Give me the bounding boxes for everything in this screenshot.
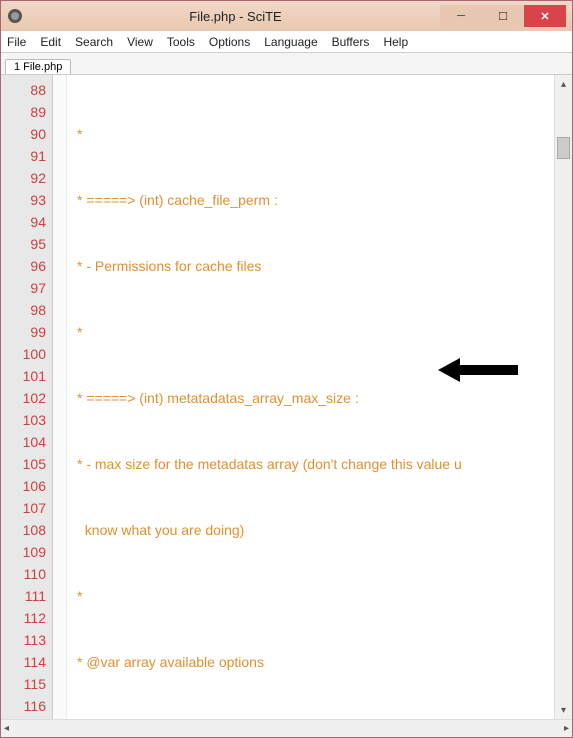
code-text: * =====> (int) metatadatas_array_max_siz… bbox=[77, 387, 359, 409]
tabbar: 1 File.php bbox=[1, 53, 572, 75]
code-text: * =====> (int) cache_file_perm : bbox=[77, 189, 278, 211]
scroll-up-icon[interactable]: ▴ bbox=[555, 75, 572, 93]
menu-help[interactable]: Help bbox=[383, 35, 408, 49]
minimize-button[interactable]: ─ bbox=[440, 5, 482, 27]
line-number: 116 bbox=[1, 695, 46, 717]
code-text: * - Permissions for cache files bbox=[77, 255, 261, 277]
line-number: 91 bbox=[1, 145, 46, 167]
code-editor[interactable]: 88 89 90 91 92 93 94 95 96 97 98 99 100 … bbox=[1, 75, 572, 719]
menu-edit[interactable]: Edit bbox=[40, 35, 61, 49]
code-text: */ bbox=[77, 717, 86, 719]
line-number: 90 bbox=[1, 123, 46, 145]
annotation-arrow-icon bbox=[407, 333, 518, 413]
line-number: 89 bbox=[1, 101, 46, 123]
tab-file[interactable]: 1 File.php bbox=[5, 59, 71, 74]
line-number: 105 bbox=[1, 453, 46, 475]
maximize-button[interactable]: ☐ bbox=[482, 5, 524, 27]
code-area[interactable]: * * =====> (int) cache_file_perm : * - P… bbox=[67, 75, 554, 719]
code-text: * bbox=[77, 321, 82, 343]
code-text: know what you are doing) bbox=[77, 519, 244, 541]
line-number: 88 bbox=[1, 79, 46, 101]
line-number: 112 bbox=[1, 607, 46, 629]
scroll-right-icon[interactable]: ▸ bbox=[564, 723, 569, 734]
titlebar[interactable]: File.php - SciTE ─ ☐ ✕ bbox=[1, 1, 572, 31]
menu-buffers[interactable]: Buffers bbox=[332, 35, 370, 49]
code-text: * bbox=[77, 123, 82, 145]
scroll-down-icon[interactable]: ▾ bbox=[555, 701, 572, 719]
line-number: 109 bbox=[1, 541, 46, 563]
line-number: 101 bbox=[1, 365, 46, 387]
line-number: 98 bbox=[1, 299, 46, 321]
line-number: 99 bbox=[1, 321, 46, 343]
code-text: * @var array available options bbox=[77, 651, 264, 673]
line-number: 114 bbox=[1, 651, 46, 673]
app-icon bbox=[7, 8, 23, 24]
line-number: 95 bbox=[1, 233, 46, 255]
fold-margin[interactable] bbox=[53, 75, 67, 719]
line-number: 103 bbox=[1, 409, 46, 431]
window-title: File.php - SciTE bbox=[31, 9, 440, 24]
menu-search[interactable]: Search bbox=[75, 35, 113, 49]
app-window: File.php - SciTE ─ ☐ ✕ File Edit Search … bbox=[0, 0, 573, 738]
line-number: 113 bbox=[1, 629, 46, 651]
line-number: 108 bbox=[1, 519, 46, 541]
menu-tools[interactable]: Tools bbox=[167, 35, 195, 49]
scroll-thumb[interactable] bbox=[557, 137, 570, 159]
menu-file[interactable]: File bbox=[7, 35, 26, 49]
code-text: * bbox=[77, 585, 82, 607]
line-number: 107 bbox=[1, 497, 46, 519]
window-buttons: ─ ☐ ✕ bbox=[440, 5, 566, 27]
line-number: 97 bbox=[1, 277, 46, 299]
menubar: File Edit Search View Tools Options Lang… bbox=[1, 31, 572, 53]
line-number: 106 bbox=[1, 475, 46, 497]
line-number: 100 bbox=[1, 343, 46, 365]
line-gutter: 88 89 90 91 92 93 94 95 96 97 98 99 100 … bbox=[1, 75, 53, 719]
vertical-scrollbar[interactable]: ▴ ▾ bbox=[554, 75, 572, 719]
line-number: 110 bbox=[1, 563, 46, 585]
line-number: 96 bbox=[1, 255, 46, 277]
line-number: 93 bbox=[1, 189, 46, 211]
line-number: 104 bbox=[1, 431, 46, 453]
scroll-left-icon[interactable]: ◂ bbox=[4, 723, 9, 734]
horizontal-scrollbar[interactable]: ◂ ▸ bbox=[1, 719, 572, 737]
close-button[interactable]: ✕ bbox=[524, 5, 566, 27]
menu-language[interactable]: Language bbox=[264, 35, 317, 49]
line-number: 102 bbox=[1, 387, 46, 409]
line-number: 94 bbox=[1, 211, 46, 233]
line-number: 115 bbox=[1, 673, 46, 695]
line-number: 111 bbox=[1, 585, 46, 607]
line-number: 92 bbox=[1, 167, 46, 189]
code-text: * - max size for the metadatas array (do… bbox=[77, 453, 462, 475]
menu-view[interactable]: View bbox=[127, 35, 153, 49]
menu-options[interactable]: Options bbox=[209, 35, 250, 49]
